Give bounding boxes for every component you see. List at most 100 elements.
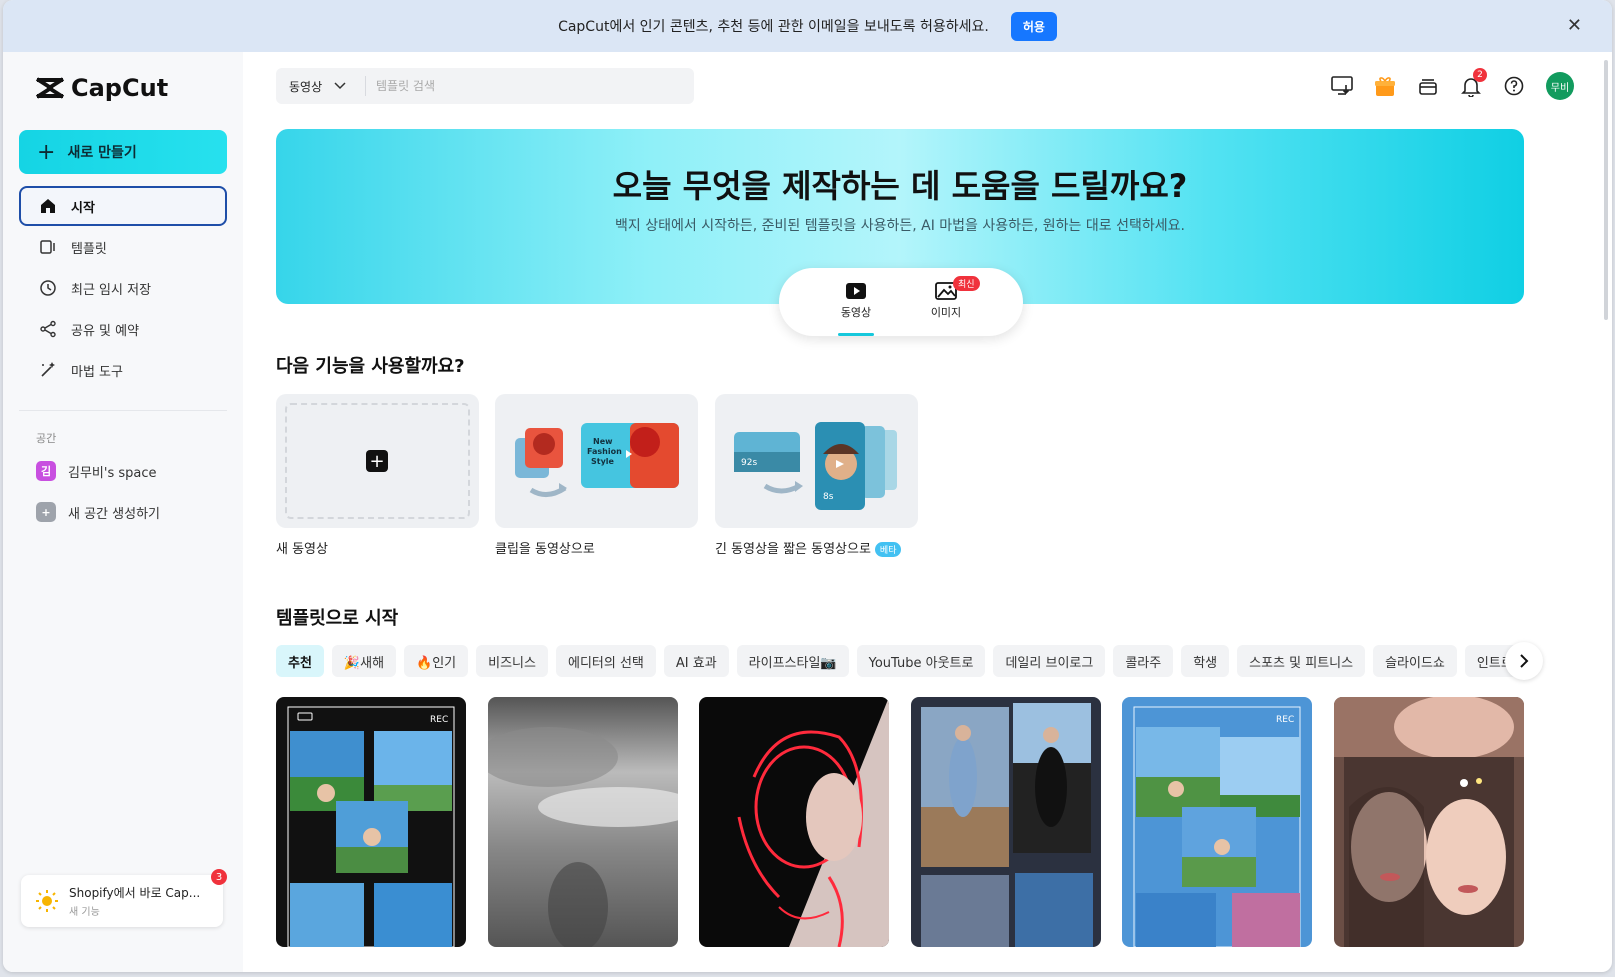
search-type-label: 동영상 <box>289 79 323 94</box>
chip-youtube-outro[interactable]: YouTube 아웃트로 <box>856 645 986 677</box>
sidebar-nav: 시작 템플릿 최근 임시 저장 공유 및 예약 마법 도구 <box>19 186 227 391</box>
sidebar: CapCut + 새로 만들기 시작 템플릿 최근 임시 저장 공유 및 예약 … <box>3 52 243 972</box>
sidebar-item-label: 시작 <box>71 200 95 216</box>
sidebar-item-templates[interactable]: 템플릿 <box>19 227 227 267</box>
template-card[interactable]: REC <box>276 697 466 947</box>
clock-icon <box>37 277 59 299</box>
chips-next-button[interactable] <box>1505 642 1543 680</box>
download-desktop-icon[interactable] <box>1328 72 1356 100</box>
promo-title: Shopify에서 바로 Cap... <box>69 886 201 900</box>
rec-label: REC <box>430 715 448 725</box>
hero-title: 오늘 무엇을 제작하는 데 도움을 드릴까요? <box>612 167 1188 205</box>
template-card[interactable] <box>1334 697 1524 947</box>
new-badge: 최신 <box>953 276 980 291</box>
rec-label: REC <box>1276 715 1294 725</box>
template-thumbnail: REC <box>1133 706 1301 947</box>
template-card[interactable] <box>488 697 678 947</box>
gift-icon[interactable] <box>1371 72 1399 100</box>
space-avatar: 김 <box>36 461 56 481</box>
plus-icon: + <box>36 502 56 522</box>
sun-icon <box>36 890 58 912</box>
feature-label-row: 긴 동영상을 짧은 동영상으로 베타 <box>715 538 902 557</box>
beta-badge: 베타 <box>874 542 902 557</box>
plus-icon: + <box>366 450 388 472</box>
search-type-dropdown[interactable]: 동영상 <box>276 76 366 96</box>
avatar[interactable]: 무비 <box>1546 72 1574 100</box>
chip-recommended[interactable]: 추천 <box>276 645 324 677</box>
sidebar-item-share-schedule[interactable]: 공유 및 예약 <box>19 309 227 349</box>
sidebar-item-label: 공유 및 예약 <box>71 323 140 339</box>
features-section-title: 다음 기능을 사용할까요? <box>276 356 465 377</box>
chip-collage[interactable]: 콜라주 <box>1113 645 1174 677</box>
space-item-personal[interactable]: 김 김무비's space <box>36 461 157 481</box>
new-create-button[interactable]: + 새로 만들기 <box>19 130 227 174</box>
search-input[interactable] <box>376 79 656 93</box>
page-scrollbar[interactable] <box>1604 60 1608 320</box>
bell-icon[interactable]: 2 <box>1457 68 1487 100</box>
feature-label: 새 동영상 <box>276 542 328 557</box>
shopify-promo-card[interactable]: Shopify에서 바로 Cap... 새 기능 3 <box>21 869 227 927</box>
thumb-text-line: New <box>593 437 613 446</box>
capcut-logo[interactable]: CapCut <box>35 74 168 102</box>
template-thumbnail <box>488 727 678 947</box>
template-search-bar: 동영상 <box>276 68 694 104</box>
template-category-chips: 추천 🎉새해 🔥인기 비즈니스 에디터의 선택 AI 효과 라이프스타일📷 Yo… <box>276 645 1526 677</box>
feature-new-video[interactable]: + <box>276 394 479 528</box>
space-section-label: 공간 <box>36 432 57 445</box>
feature-long-to-short[interactable]: 92s 8s <box>715 394 918 528</box>
home-icon <box>37 195 59 217</box>
chip-sports-fitness[interactable]: 스포츠 및 피트니스 <box>1237 645 1366 677</box>
feature-label: 긴 동영상을 짧은 동영상으로 <box>715 542 871 557</box>
chip-popular[interactable]: 🔥인기 <box>404 645 469 677</box>
tab-image[interactable]: 이미지 최신 <box>911 268 981 336</box>
template-card[interactable]: REC <box>1122 697 1312 947</box>
template-card[interactable] <box>699 697 889 947</box>
sidebar-item-recent-drafts[interactable]: 최근 임시 저장 <box>19 268 227 308</box>
chip-editors-pick[interactable]: 에디터의 선택 <box>555 645 656 677</box>
video-play-icon <box>846 283 866 299</box>
allow-button[interactable]: 허용 <box>1010 11 1057 41</box>
chip-daily-vlog[interactable]: 데일리 브이로그 <box>993 645 1106 677</box>
chip-student[interactable]: 학생 <box>1181 645 1230 677</box>
tab-label: 동영상 <box>840 306 872 319</box>
templates-section-title: 템플릿으로 시작 <box>276 608 399 629</box>
sidebar-divider <box>19 410 227 411</box>
magic-wand-icon <box>37 359 59 381</box>
chip-slideshow[interactable]: 슬라이드쇼 <box>1373 645 1457 677</box>
template-thumbnail <box>737 697 889 947</box>
space-name: 김무비's space <box>68 465 157 481</box>
subscription-icon[interactable] <box>1414 72 1442 100</box>
feature-clips-to-video[interactable]: New Fashion Style <box>495 394 698 528</box>
chip-ai-effects[interactable]: AI 효과 <box>663 645 729 677</box>
app-window: CapCut에서 인기 콘텐츠, 추천 등에 관한 이메일을 보내도록 허용하세… <box>3 0 1612 972</box>
long-to-short-illustration: 92s 8s <box>734 422 897 510</box>
chevron-right-icon <box>1520 654 1529 668</box>
plus-icon: + <box>37 139 56 165</box>
template-thumbnail <box>1334 697 1524 947</box>
sidebar-item-label: 최근 임시 저장 <box>71 282 152 298</box>
notification-count-badge: 2 <box>1473 68 1487 82</box>
template-thumbnail <box>921 703 1093 947</box>
chip-business[interactable]: 비즈니스 <box>476 645 548 677</box>
tab-video[interactable]: 동영상 <box>821 268 891 336</box>
close-icon[interactable]: ✕ <box>1567 15 1582 36</box>
logo-text: CapCut <box>71 74 169 102</box>
sidebar-item-start[interactable]: 시작 <box>19 186 227 226</box>
mode-tabs: 동영상 이미지 최신 <box>779 268 1023 336</box>
template-card[interactable] <box>911 697 1101 947</box>
share-icon <box>37 318 59 340</box>
duration-long: 92s <box>741 458 757 468</box>
email-consent-banner: CapCut에서 인기 콘텐츠, 추천 등에 관한 이메일을 보내도록 허용하세… <box>3 0 1612 52</box>
help-icon[interactable] <box>1500 72 1528 100</box>
thumb-text-line: Style <box>591 457 615 466</box>
sidebar-item-magic-tools[interactable]: 마법 도구 <box>19 350 227 390</box>
create-space-button[interactable]: + 새 공간 생성하기 <box>36 502 160 522</box>
chip-lifestyle[interactable]: 라이프스타일📷 <box>736 645 849 677</box>
active-tab-indicator <box>838 333 874 336</box>
chevron-down-icon <box>334 82 346 90</box>
chip-new-year[interactable]: 🎉새해 <box>331 645 397 677</box>
template-icon <box>37 236 59 258</box>
sidebar-item-label: 템플릿 <box>71 241 107 257</box>
duration-short: 8s <box>823 492 834 502</box>
feature-label: 클립을 동영상으로 <box>495 542 595 557</box>
